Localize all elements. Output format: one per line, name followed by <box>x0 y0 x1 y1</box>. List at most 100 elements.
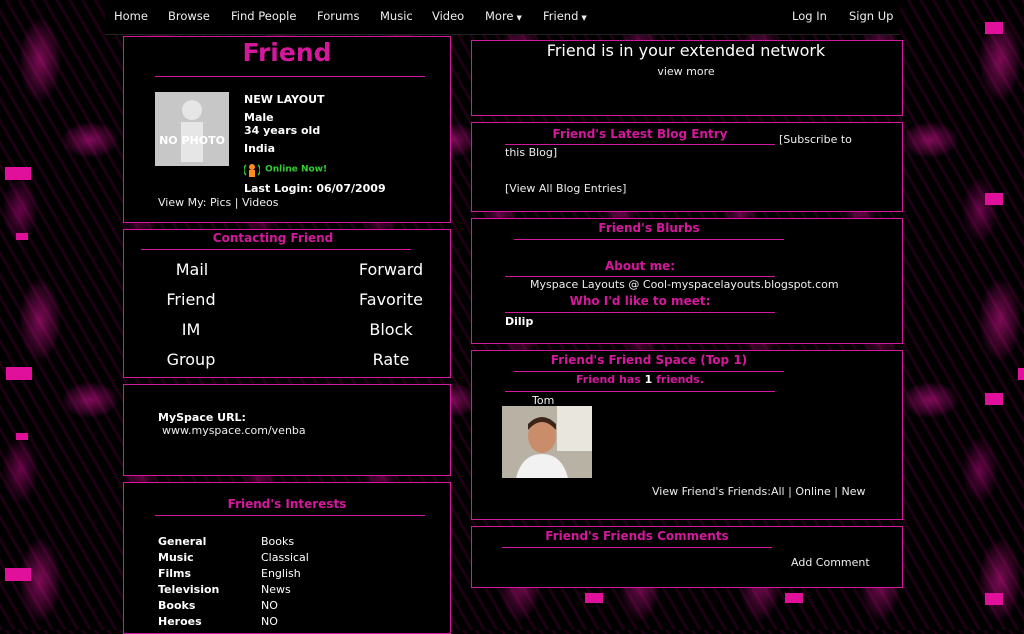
online-friends-link[interactable]: Online <box>795 485 830 498</box>
add-friend-button[interactable]: Friend <box>131 290 251 309</box>
interest-key: Music <box>158 551 194 564</box>
person-placeholder-icon <box>181 100 203 162</box>
divider <box>505 144 775 145</box>
interest-value: NO <box>261 615 278 628</box>
about-me-text: Myspace Layouts @ Cool-myspacelayouts.bl… <box>530 278 839 291</box>
nav-friend-label: Friend <box>543 9 579 23</box>
separator: | <box>234 196 239 209</box>
nav-more[interactable]: More ▼ <box>485 9 522 23</box>
decor-square <box>16 233 28 240</box>
profile-name: Friend <box>242 38 332 67</box>
extended-network-text: Friend is in your extended network <box>546 41 826 60</box>
friend-space-box: Friend's Friend Space (Top 1) Friend has… <box>471 350 903 520</box>
profile-headline: NEW LAYOUT <box>244 93 325 106</box>
last-login: Last Login: 06/07/2009 <box>244 182 386 195</box>
online-status: Online Now! <box>243 159 328 178</box>
profile-photo[interactable]: NO PHOTO <box>155 92 229 166</box>
block-button[interactable]: Block <box>331 320 451 339</box>
url-value[interactable]: www.myspace.com/venba <box>162 424 306 437</box>
profile-gender: Male <box>244 111 274 124</box>
interest-key: Television <box>158 583 220 596</box>
nav-video[interactable]: Video <box>432 9 464 23</box>
subscribe-link[interactable]: [Subscribe to <box>779 133 852 146</box>
view-more-link[interactable]: view more <box>472 65 900 78</box>
interest-value: English <box>261 567 301 580</box>
blurbs-box: Friend's Blurbs About me: Myspace Layout… <box>471 218 903 344</box>
decor-square <box>985 22 1003 34</box>
view-friends-links: View Friend's Friends:All | Online | New <box>652 485 866 498</box>
decor-square <box>5 568 31 581</box>
comments-title: Friend's Friends Comments <box>545 529 729 543</box>
add-comment-link[interactable]: Add Comment <box>791 556 870 569</box>
meet-text: Dilip <box>505 315 534 328</box>
divider <box>141 249 411 250</box>
divider <box>505 312 775 313</box>
separator: | <box>834 485 839 498</box>
blurbs-title: Friend's Blurbs <box>598 221 700 235</box>
myspace-url-box: MySpace URL: www.myspace.com/venba <box>123 384 451 476</box>
meet-label: Who I'd like to meet: <box>569 294 711 308</box>
view-my-label: View My: <box>158 196 207 209</box>
nav-music[interactable]: Music <box>380 9 413 23</box>
divider <box>505 276 775 277</box>
separator: | <box>788 485 792 498</box>
interest-key: Films <box>158 567 192 580</box>
subscribe-link-cont[interactable]: this Blog] <box>505 146 557 159</box>
decor-square <box>16 433 28 440</box>
interest-value: NO <box>261 599 278 612</box>
im-button[interactable]: IM <box>131 320 251 339</box>
no-photo-label: NO PHOTO <box>159 134 225 147</box>
caret-down-icon: ▼ <box>581 14 587 22</box>
friend-space-title: Friend's Friend Space (Top 1) <box>550 353 748 367</box>
profile-box: Friend NO PHOTO NEW LAYOUT Male 34 years… <box>123 36 451 223</box>
decor-square <box>1018 368 1024 380</box>
decor-square <box>6 367 32 380</box>
divider <box>505 391 775 392</box>
friend-avatar-image <box>502 406 592 478</box>
interests-box: Friend's Interests General Books Music C… <box>123 482 451 634</box>
decor-square <box>985 393 1003 405</box>
interest-value: Classical <box>261 551 309 564</box>
nav-home[interactable]: Home <box>114 9 148 23</box>
friend-count-post: friends. <box>656 373 705 386</box>
new-friends-link[interactable]: New <box>842 485 866 498</box>
online-text: Online Now! <box>265 164 328 175</box>
interest-key: Books <box>158 599 196 612</box>
friend-photo[interactable] <box>502 406 592 478</box>
friend-count: Friend has 1 friends. <box>505 373 775 386</box>
nav-forums[interactable]: Forums <box>317 9 359 23</box>
videos-link[interactable]: Videos <box>242 196 279 209</box>
decor-square <box>985 593 1003 605</box>
extended-network-box: Friend is in your extended network view … <box>471 40 903 116</box>
blog-box: Friend's Latest Blog Entry [Subscribe to… <box>471 122 903 212</box>
divider <box>502 547 772 548</box>
decor-square <box>585 593 603 603</box>
interests-title: Friend's Interests <box>227 497 347 511</box>
interest-key: Heroes <box>158 615 202 628</box>
profile-country: India <box>244 142 275 155</box>
about-me-label: About me: <box>604 259 676 273</box>
favorite-button[interactable]: Favorite <box>331 290 451 309</box>
divider <box>514 239 784 240</box>
nav-login[interactable]: Log In <box>792 9 827 23</box>
mail-button[interactable]: Mail <box>132 260 252 279</box>
nav-friend[interactable]: Friend ▼ <box>543 9 587 23</box>
url-label: MySpace URL: <box>158 411 246 424</box>
pics-link[interactable]: Pics <box>210 196 231 209</box>
blog-title: Friend's Latest Blog Entry <box>552 127 728 141</box>
caret-down-icon: ▼ <box>516 14 522 22</box>
nav-browse[interactable]: Browse <box>168 9 210 23</box>
friend-count-number: 1 <box>644 373 653 386</box>
divider <box>155 76 425 77</box>
rate-button[interactable]: Rate <box>331 350 451 369</box>
nav-signup[interactable]: Sign Up <box>849 9 893 23</box>
top-nav: Home Browse Find People Forums Music Vid… <box>105 0 900 35</box>
friend-count-pre: Friend has <box>575 373 641 386</box>
forward-button[interactable]: Forward <box>331 260 451 279</box>
view-all-blogs-link[interactable]: [View All Blog Entries] <box>505 182 626 195</box>
online-person-icon <box>243 163 261 177</box>
group-button[interactable]: Group <box>131 350 251 369</box>
nav-find-people[interactable]: Find People <box>231 9 296 23</box>
profile-age: 34 years old <box>244 124 321 137</box>
all-friends-link[interactable]: All <box>771 485 785 498</box>
